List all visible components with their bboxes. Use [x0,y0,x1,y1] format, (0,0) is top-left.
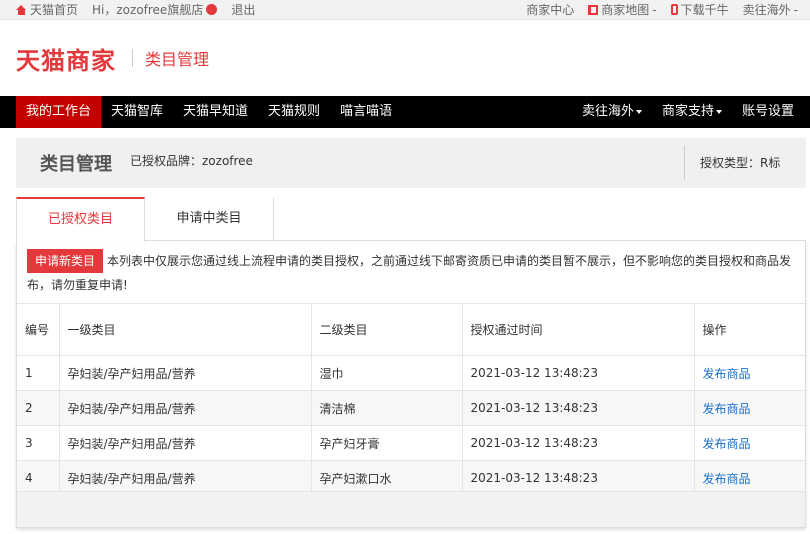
column-header-level1: 一级类目 [58,303,312,356]
chevron-down-icon: - [793,2,798,17]
apply-new-category-button[interactable]: 申请新类目 [27,249,104,273]
notice: 申请新类目 本列表中仅展示您通过线上流程申请的类目授权，之前通过线下邮寄资质已申请… [17,241,805,303]
home-link-label: 天猫首页 [30,3,79,17]
nav-item-merchant-support[interactable]: 商家支持 [652,96,732,128]
nav-item-rules[interactable]: 天猫规则 [258,96,330,128]
nav-item-early-know[interactable]: 天猫早知道 [173,96,258,128]
table-row: 2 孕妇装/孕产妇用品/营养 清洁棉 2021-03-12 13:48:23 发… [17,390,805,426]
top-bar-right: 商家中心 商家地图 - 下载千牛 卖往海外 - [526,1,798,18]
nav-item-miao-yan[interactable]: 喵言喵语 [330,96,402,128]
title-divider [684,146,685,180]
authorization-type: 授权类型：R标 [700,156,781,170]
cell-level1: 孕妇装/孕产妇用品/营养 [58,390,312,426]
nav-right: 卖往海外 商家支持 账号设置 [572,96,804,128]
cell-number: 1 [17,355,60,391]
chevron-down-icon: - [652,2,657,17]
cell-approval-time: 2021-03-12 13:48:23 [461,425,695,461]
column-header-action: 操作 [693,303,805,356]
authorized-brand: 已授权品牌：zozofree [130,153,253,168]
header-divider [132,49,133,67]
cell-approval-time: 2021-03-12 13:48:23 [461,390,695,426]
table-footer [17,491,805,527]
authorized-category-table: 编号 一级类目 二级类目 授权通过时间 操作 1 孕妇装/孕产妇用品/营养 湿巾… [17,303,805,496]
nav-item-sell-overseas[interactable]: 卖往海外 [572,96,652,128]
caret-down-icon [715,109,722,114]
table-row: 3 孕妇装/孕产妇用品/营养 孕产妇牙膏 2021-03-12 13:48:23… [17,425,805,461]
column-header-number: 编号 [17,303,60,356]
cell-number: 2 [17,390,60,426]
home-icon [16,4,27,15]
tmall-merchant-logo[interactable]: 天猫商家 [16,41,116,76]
cell-level1: 孕妇装/孕产妇用品/营养 [58,355,312,391]
cell-level2: 湿巾 [310,355,463,391]
download-qianniu-link[interactable]: 下载千牛 [670,1,729,18]
notice-text: 本列表中仅展示您通过线上流程申请的类目授权，之前通过线下邮寄资质已申请的类目暂不… [27,254,792,292]
nav-item-workbench[interactable]: 我的工作台 [16,96,102,128]
cell-action: 发布商品 [693,355,805,391]
cell-level2: 清洁棉 [310,390,463,426]
column-header-level2: 二级类目 [310,303,463,356]
merchant-center-link[interactable]: 商家中心 [526,1,574,18]
sell-overseas-top-link[interactable]: 卖往海外 - [743,1,798,18]
page-title: 类目管理 [40,154,112,175]
sitemap-link[interactable]: 商家地图 - [588,1,657,18]
table-header-row: 编号 一级类目 二级类目 授权通过时间 操作 [17,303,805,356]
publish-product-link[interactable]: 发布商品 [703,367,751,381]
nav-left: 我的工作台 天猫智库 天猫早知道 天猫规则 喵言喵语 [16,96,402,128]
top-bar: 天猫首页 Hi，zozofree旗舰店 退出 商家中心 商家地图 - 下载千牛 … [0,0,810,20]
cell-level2: 孕产妇牙膏 [310,425,463,461]
header-subtitle: 类目管理 [145,50,210,69]
tab-pending-categories[interactable]: 申请中类目 [145,197,274,240]
page-header: 天猫商家 类目管理 [0,20,810,96]
cell-number: 3 [17,425,60,461]
cell-approval-time: 2021-03-12 13:48:23 [461,355,695,391]
sitemap-icon [588,4,599,15]
nav-item-think-tank[interactable]: 天猫智库 [101,96,173,128]
cell-action: 发布商品 [693,390,805,426]
cell-level1: 孕妇装/孕产妇用品/营养 [58,425,312,461]
publish-product-link[interactable]: 发布商品 [703,437,751,451]
title-panel: 类目管理 已授权品牌：zozofree 授权类型：R标 [16,138,806,188]
home-link[interactable]: 天猫首页 [16,1,78,18]
wangwang-icon[interactable] [206,4,218,15]
greeting-text: Hi，zozofree旗舰店 [92,1,218,18]
main-nav: 我的工作台 天猫智库 天猫早知道 天猫规则 喵言喵语 卖往海外 商家支持 账号设… [0,96,810,128]
top-bar-left: 天猫首页 Hi，zozofree旗舰店 退出 [16,1,255,18]
table-row: 1 孕妇装/孕产妇用品/营养 湿巾 2021-03-12 13:48:23 发布… [17,355,805,391]
tab-authorized-categories[interactable]: 已授权类目 [16,197,145,242]
category-tabs: 已授权类目 申请中类目 [16,197,806,242]
publish-product-link[interactable]: 发布商品 [703,402,751,416]
content-panel: 申请新类目 本列表中仅展示您通过线上流程申请的类目授权，之前通过线下邮寄资质已申请… [16,241,806,528]
publish-product-link[interactable]: 发布商品 [703,472,751,486]
column-header-approval-time: 授权通过时间 [461,303,695,356]
phone-icon [670,4,678,15]
logout-link[interactable]: 退出 [231,1,255,18]
caret-down-icon [635,109,642,114]
cell-action: 发布商品 [693,425,805,461]
nav-item-account-settings[interactable]: 账号设置 [732,96,804,128]
